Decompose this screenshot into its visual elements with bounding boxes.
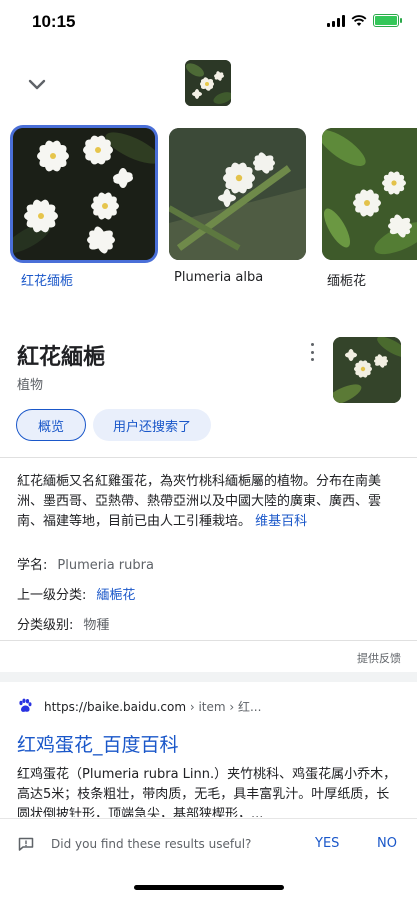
chevron-down-icon bbox=[28, 79, 46, 90]
fact-row-parent-taxon: 上一级分类: 緬梔花 bbox=[17, 584, 135, 603]
result-domain: https://baike.baidu.com bbox=[44, 700, 187, 714]
divider bbox=[0, 640, 417, 641]
header-thumbnail[interactable] bbox=[185, 60, 231, 106]
fact-label: 学名: bbox=[17, 558, 48, 573]
feedback-link[interactable]: 提供反馈 bbox=[357, 650, 401, 666]
status-time: 10:15 bbox=[32, 12, 76, 31]
feedback-icon bbox=[18, 837, 34, 851]
frangipani-image bbox=[322, 128, 417, 260]
section-separator bbox=[0, 672, 417, 682]
home-indicator[interactable] bbox=[134, 885, 284, 890]
parent-taxon-link[interactable]: 緬梔花 bbox=[96, 588, 135, 603]
entity-description: 紅花緬梔又名紅雞蛋花，為夾竹桃科緬梔屬的植物。分布在南美洲、墨西哥、亞熱帶、熱帶… bbox=[17, 472, 402, 532]
carousel-card-red-frangipani[interactable] bbox=[13, 128, 155, 260]
feedback-question: Did you find these results useful? bbox=[51, 837, 252, 851]
collapse-button[interactable] bbox=[22, 70, 52, 100]
plumeria-flower-image bbox=[333, 337, 401, 403]
result-url[interactable]: https://baike.baidu.com › item › 红... bbox=[44, 698, 261, 715]
fact-row-scientific-name: 学名: Plumeria rubra bbox=[17, 554, 154, 573]
divider bbox=[0, 457, 417, 458]
feedback-bar: Did you find these results useful? YES N… bbox=[0, 818, 417, 868]
result-snippet: 红鸡蛋花（Plumeria rubra Linn.）夹竹桃科、鸡蛋花属小乔木，高… bbox=[17, 767, 397, 817]
result-breadcrumb: › item › 红... bbox=[186, 700, 262, 714]
status-bar: 10:15 bbox=[0, 0, 417, 44]
fact-value: Plumeria rubra bbox=[57, 558, 154, 573]
tab-overview[interactable]: 概览 bbox=[16, 409, 86, 441]
feedback-no-button[interactable]: NO bbox=[377, 836, 397, 851]
fact-label: 分类级别: bbox=[17, 618, 74, 633]
fact-value: 物種 bbox=[83, 618, 110, 633]
carousel-card-plumeria-alba[interactable] bbox=[169, 128, 306, 260]
entity-subtitle: 植物 bbox=[17, 378, 44, 393]
plumeria-alba-image bbox=[169, 128, 306, 260]
plumeria-flower-image bbox=[185, 60, 231, 106]
cellular-signal-icon bbox=[327, 14, 345, 27]
carousel-label-frangipani[interactable]: 缅栀花 bbox=[327, 270, 366, 289]
image-carousel[interactable]: 红花缅栀 Plumeria alba 缅栀花 bbox=[0, 128, 417, 289]
more-options-icon[interactable] bbox=[306, 343, 318, 361]
wifi-icon bbox=[351, 14, 367, 26]
tab-people-also-search[interactable]: 用户还搜索了 bbox=[93, 409, 211, 441]
description-text: 紅花緬梔又名紅雞蛋花，為夾竹桃科緬梔屬的植物。分布在南美洲、墨西哥、亞熱帶、熱帶… bbox=[17, 474, 382, 529]
result-title-link[interactable]: 红鸡蛋花_百度百科 bbox=[17, 730, 179, 757]
entity-title: 紅花緬梔 bbox=[17, 345, 106, 370]
white-plumeria-cluster-image bbox=[13, 128, 155, 260]
fact-label: 上一级分类: bbox=[17, 588, 87, 603]
carousel-card-frangipani[interactable] bbox=[322, 128, 417, 260]
carousel-label-red-frangipani[interactable]: 红花缅栀 bbox=[21, 270, 73, 289]
wikipedia-source-link[interactable]: 维基百科 bbox=[255, 514, 307, 529]
status-icons bbox=[327, 14, 402, 27]
fact-row-rank: 分类级别: 物種 bbox=[17, 614, 109, 633]
entity-thumbnail[interactable] bbox=[333, 337, 401, 403]
carousel-label-plumeria-alba[interactable]: Plumeria alba bbox=[174, 270, 263, 285]
feedback-yes-button[interactable]: YES bbox=[315, 836, 339, 851]
baidu-paw-icon bbox=[19, 698, 32, 712]
battery-icon bbox=[373, 14, 402, 27]
